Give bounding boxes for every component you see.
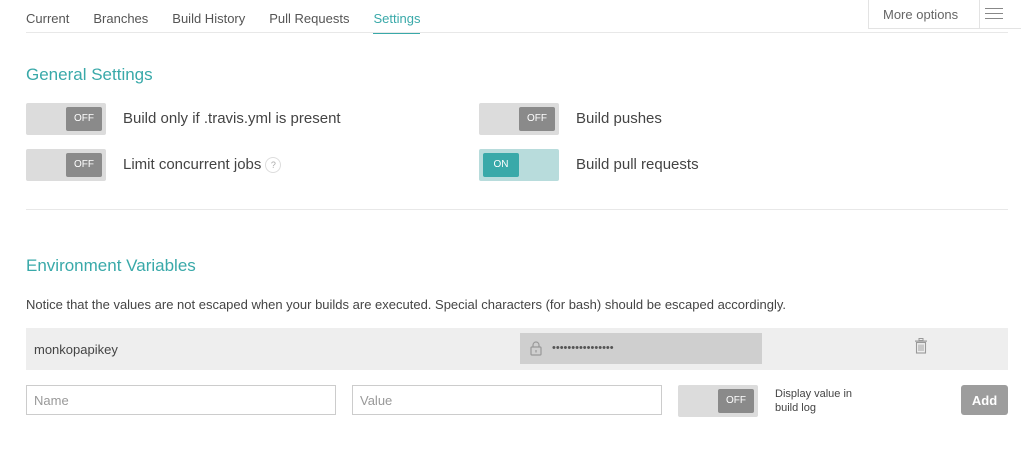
env-variable-name: monkopapikey xyxy=(34,342,118,357)
more-options-button[interactable]: More options xyxy=(868,0,1021,29)
toggle-build-only-travis-yml[interactable]: OFF xyxy=(26,103,106,135)
env-variable-value-field: •••••••••••••••• xyxy=(520,333,762,364)
setting-label-limit-concurrent-jobs: Limit concurrent jobs xyxy=(123,156,262,173)
toggle-knob: ON xyxy=(483,153,519,177)
section-divider xyxy=(26,209,1008,210)
toggle-build-pull-requests[interactable]: ON xyxy=(479,149,559,181)
more-options-label: More options xyxy=(883,7,959,22)
tab-divider xyxy=(26,32,1008,33)
setting-label-build-pull-requests: Build pull requests xyxy=(576,156,699,173)
escape-notice: Notice that the values are not escaped w… xyxy=(26,297,786,312)
tab-bar: Current Branches Build History Pull Requ… xyxy=(26,0,444,34)
toggle-display-value-in-build-log[interactable]: OFF xyxy=(678,385,758,417)
env-variable-value: •••••••••••••••• xyxy=(552,342,614,354)
display-value-label: Display value in build log xyxy=(775,388,853,414)
setting-limit-concurrent-jobs: Limit concurrent jobs? xyxy=(123,156,282,174)
help-icon[interactable]: ? xyxy=(265,157,282,174)
add-button[interactable]: Add xyxy=(961,385,1008,415)
toggle-knob: OFF xyxy=(66,107,102,131)
tab-branches[interactable]: Branches xyxy=(93,0,148,32)
environment-variables-title: Environment Variables xyxy=(26,256,196,275)
env-value-input[interactable] xyxy=(352,385,662,415)
general-settings-title: General Settings xyxy=(26,65,153,84)
tab-build-history[interactable]: Build History xyxy=(172,0,245,32)
menu-icon[interactable] xyxy=(985,8,1003,20)
tab-settings[interactable]: Settings xyxy=(373,0,421,34)
trash-icon[interactable] xyxy=(914,338,928,354)
toggle-build-pushes[interactable]: OFF xyxy=(479,103,559,135)
env-name-input[interactable] xyxy=(26,385,336,415)
setting-label-build-only-travis-yml: Build only if .travis.yml is present xyxy=(123,110,341,127)
lock-icon xyxy=(530,341,542,356)
more-options-separator xyxy=(979,0,980,28)
toggle-knob: OFF xyxy=(66,153,102,177)
toggle-knob: OFF xyxy=(718,389,754,413)
tab-current[interactable]: Current xyxy=(26,0,69,32)
env-variable-row: monkopapikey •••••••••••••••• xyxy=(26,328,1008,370)
toggle-knob: OFF xyxy=(519,107,555,131)
toggle-limit-concurrent-jobs[interactable]: OFF xyxy=(26,149,106,181)
setting-label-build-pushes: Build pushes xyxy=(576,110,662,127)
tab-pull-requests[interactable]: Pull Requests xyxy=(269,0,349,32)
